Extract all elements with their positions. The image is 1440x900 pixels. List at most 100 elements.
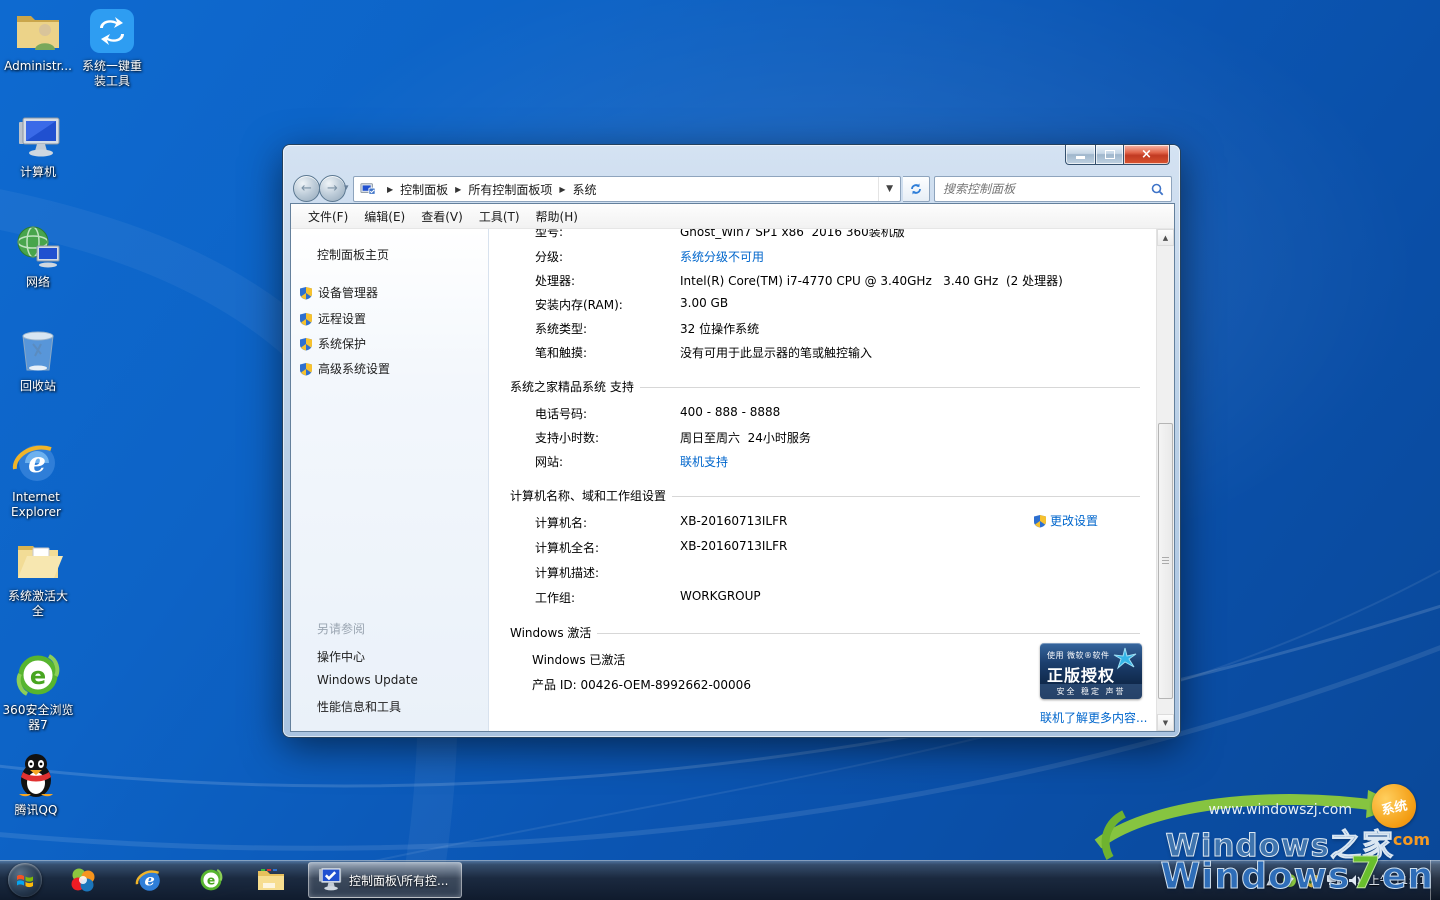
- sidebar-item-control-panel-home[interactable]: 控制面板主页: [317, 246, 389, 263]
- desktop-icon-recycle-bin[interactable]: 回收站: [0, 326, 81, 394]
- sidebar-item-device-manager[interactable]: 设备管理器: [299, 284, 378, 301]
- explorer-pinned-icon[interactable]: [254, 863, 288, 897]
- desktop-icon-360-browser[interactable]: e 360安全浏览 器7: [0, 650, 81, 733]
- section-windows-activation: Windows 激活: [510, 624, 1140, 641]
- network-icon: [13, 222, 63, 272]
- icon-label: 腾讯QQ: [0, 803, 79, 818]
- window-body: 控制面板主页 设备管理器 远程设置 系统保护 高级系统设置 另请参阅: [291, 229, 1174, 731]
- row-label: 分级:: [535, 248, 563, 265]
- system-page-icon: [360, 182, 376, 196]
- processor-value: Intel(R) Core(TM) i7-4770 CPU @ 3.40GHz …: [680, 272, 1063, 289]
- address-bar[interactable]: ▶ 控制面板 ▶ 所有控制面板项 ▶ 系统 ▼: [353, 176, 901, 202]
- support-hours-value: 周日至周六 24小时服务: [680, 429, 811, 446]
- change-settings-link[interactable]: 更改设置: [1033, 512, 1098, 529]
- sidebar-item-label: 设备管理器: [318, 284, 378, 301]
- scroll-down-icon[interactable]: ▼: [1157, 714, 1174, 731]
- menu-help[interactable]: 帮助(H): [528, 205, 586, 228]
- menu-tools[interactable]: 工具(T): [471, 205, 528, 228]
- forward-button[interactable]: →: [319, 175, 346, 202]
- desktop-icon-computer[interactable]: 计算机: [0, 112, 81, 180]
- scroll-up-icon[interactable]: ▲: [1157, 229, 1174, 246]
- icon-label: Internet Explorer: [0, 490, 79, 520]
- desktop-icon-internet-explorer[interactable]: e Internet Explorer: [0, 437, 79, 520]
- tray-volume-icon[interactable]: [1348, 874, 1362, 887]
- refresh-button[interactable]: [903, 176, 930, 202]
- active-task-button[interactable]: 控制面板\所有控...: [308, 862, 462, 898]
- search-input[interactable]: [935, 182, 1151, 196]
- row-label: 安装内存(RAM):: [535, 296, 623, 313]
- tray-360-icon[interactable]: [1282, 873, 1297, 888]
- 360-safety-pinned-icon[interactable]: [66, 863, 100, 897]
- tray-network-icon[interactable]: [1326, 874, 1341, 887]
- uac-shield-icon: [299, 312, 313, 326]
- 360-browser-icon: e: [197, 866, 225, 894]
- sidebar-item-performance-tools[interactable]: 性能信息和工具: [317, 698, 401, 715]
- sidebar-item-advanced-settings[interactable]: 高级系统设置: [299, 360, 390, 377]
- thumb-grip: [1162, 557, 1169, 565]
- menu-edit[interactable]: 编辑(E): [356, 205, 413, 228]
- change-settings-label: 更改设置: [1050, 512, 1098, 529]
- desktop-icon-network[interactable]: 网络: [0, 222, 81, 290]
- menu-bar: 文件(F) 编辑(E) 查看(V) 工具(T) 帮助(H): [291, 204, 1174, 229]
- back-button[interactable]: ←: [293, 175, 320, 202]
- desktop-icon-reinstall-tool[interactable]: 系统一键重 装工具: [69, 6, 155, 89]
- recent-pages-chevron-icon[interactable]: ▾: [344, 183, 349, 193]
- learn-more-online-link[interactable]: 联机了解更多内容...: [1040, 709, 1147, 726]
- breadcrumb-all-items[interactable]: 所有控制面板项: [468, 181, 552, 198]
- minimize-button[interactable]: [1065, 145, 1096, 165]
- system-info-panel: 型号: Ghost_Win7 SP1 x86 2016 360装机版 分级: 系…: [489, 229, 1156, 731]
- control-panel-task-icon: [317, 868, 343, 892]
- section-rule: [640, 387, 1140, 388]
- genuine-microsoft-badge[interactable]: 使用 微软®软件 正版授权 安全 稳定 声誉: [1040, 643, 1142, 699]
- vertical-scrollbar[interactable]: ▲ ▼: [1156, 229, 1174, 731]
- watermark-line1: Windows之家: [1166, 820, 1394, 865]
- search-icon[interactable]: [1151, 183, 1164, 196]
- uac-shield-icon: [299, 337, 313, 351]
- product-id: 产品 ID: 00426-OEM-8992662-00006: [532, 676, 751, 693]
- breadcrumb-arrow-icon: ▶: [552, 185, 572, 194]
- sidebar-item-windows-update[interactable]: Windows Update: [317, 673, 418, 687]
- desktop-icon-tencent-qq[interactable]: 腾讯QQ: [0, 750, 79, 818]
- row-label: 处理器:: [535, 272, 575, 289]
- window-controls: ×: [1065, 145, 1170, 165]
- section-computer-name: 计算机名称、域和工作组设置: [510, 487, 1140, 504]
- desktop-icon-activation-collection[interactable]: 系统激活大 全: [0, 536, 81, 619]
- maximize-button[interactable]: [1096, 145, 1123, 165]
- folder-icon: [256, 867, 286, 893]
- sidebar-item-system-protection[interactable]: 系统保护: [299, 335, 366, 352]
- tray-clock[interactable]: 上午 11:11: [1369, 874, 1426, 887]
- tray-security-shield-icon[interactable]: [1304, 873, 1319, 888]
- row-label: 计算机描述:: [535, 564, 599, 581]
- section-support: 系统之家精品系统 支持: [510, 378, 1140, 395]
- hidden-icons-chevron-icon[interactable]: ▲: [1266, 874, 1274, 887]
- sidebar-item-action-center[interactable]: 操作中心: [317, 648, 365, 665]
- show-desktop-button[interactable]: [1430, 860, 1440, 900]
- sidebar-item-remote-settings[interactable]: 远程设置: [299, 310, 366, 327]
- row-label: 型号:: [535, 229, 563, 240]
- maximize-icon: [1105, 150, 1115, 159]
- internet-explorer-pinned-icon[interactable]: e: [132, 863, 166, 897]
- row-label: 电话号码:: [535, 405, 587, 422]
- sidebar: 控制面板主页 设备管理器 远程设置 系统保护 高级系统设置 另请参阅: [291, 229, 489, 731]
- scrollbar-thumb[interactable]: [1158, 423, 1173, 699]
- close-button[interactable]: ×: [1123, 145, 1170, 165]
- computer-icon: [13, 112, 63, 162]
- sidebar-item-label: 系统保护: [318, 335, 366, 352]
- breadcrumb-control-panel[interactable]: 控制面板: [400, 181, 448, 198]
- breadcrumb-system[interactable]: 系统: [573, 181, 597, 198]
- row-label: 工作组:: [535, 589, 575, 606]
- section-title: Windows 激活: [510, 624, 591, 641]
- address-dropdown-icon[interactable]: ▼: [878, 177, 900, 201]
- system-tray: ▲ 上午 11:11: [1266, 860, 1426, 900]
- user-folder-icon: [13, 6, 63, 56]
- online-support-link[interactable]: 联机支持: [680, 453, 728, 470]
- internet-explorer-icon: e: [11, 437, 61, 487]
- badge-bottom-text: 安全 稳定 声誉: [1040, 684, 1142, 699]
- icon-label: 计算机: [0, 165, 81, 180]
- menu-file[interactable]: 文件(F): [300, 205, 356, 228]
- rating-unavailable-link[interactable]: 系统分级不可用: [680, 248, 764, 265]
- 360-browser-pinned-icon[interactable]: e: [194, 863, 228, 897]
- menu-view[interactable]: 查看(V): [413, 205, 471, 228]
- start-button[interactable]: [8, 863, 42, 897]
- row-label: 计算机名:: [535, 514, 587, 531]
